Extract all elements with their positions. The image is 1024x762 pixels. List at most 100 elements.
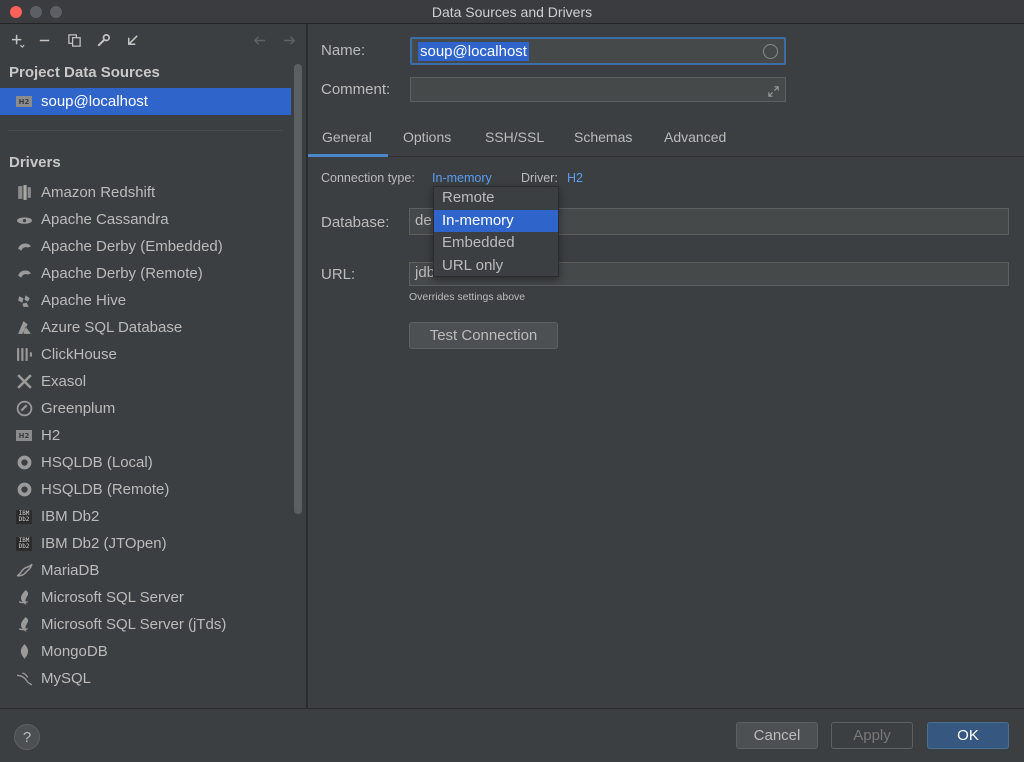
tab-general[interactable]: General [322,129,372,145]
test-connection-button[interactable]: Test Connection [409,322,558,349]
properties-button[interactable] [93,30,113,50]
dialog-footer: ? Cancel Apply OK [0,708,1024,762]
driver-item-apache-hive[interactable]: Apache Hive [0,287,291,314]
title-bar: Data Sources and Drivers [0,0,1024,24]
driver-label: Apache Derby (Embedded) [41,238,223,255]
sqlserver-icon [18,617,28,632]
color-picker-icon[interactable] [763,44,778,59]
arrow-left-icon [253,35,265,45]
driver-label: Driver: [521,171,558,185]
tab-advanced[interactable]: Advanced [664,129,726,145]
driver-item-hsqldb-remote[interactable]: HSQLDB (Remote) [0,476,291,503]
driver-label: Apache Cassandra [41,211,169,228]
window-title: Data Sources and Drivers [431,4,593,20]
apply-button[interactable]: Apply [831,722,913,749]
tab-schemas[interactable]: Schemas [574,129,632,145]
derby-icon [17,270,31,278]
help-button[interactable]: ? [14,724,40,750]
driver-item-ibm-db2[interactable]: IBM Db2 IBM Db2 [0,503,291,530]
exasol-icon [16,374,32,389]
back-button[interactable] [249,30,269,50]
driver-item-apache-derby-remote[interactable]: Apache Derby (Remote) [0,260,291,287]
driver-item-mariadb[interactable]: MariaDB [0,557,291,584]
driver-item-microsoft-sql-server-jtds[interactable]: Microsoft SQL Server (jTds) [0,611,291,638]
driver-label: HSQLDB (Remote) [41,481,170,498]
data-source-item[interactable]: H2 soup@localhost [0,88,291,115]
driver-label: HSQLDB (Local) [41,454,153,471]
driver-label: Exasol [41,373,87,390]
mysql-icon [16,672,32,686]
driver-item-amazon-redshift[interactable]: Amazon Redshift [0,179,291,206]
wrench-icon [97,33,110,46]
azure-icon [17,321,31,334]
name-label: Name: [321,42,366,59]
data-source-label: soup@localhost [41,93,148,110]
add-button[interactable] [8,30,28,50]
import-arrow-icon [127,34,138,45]
connection-type-option-remote[interactable]: Remote [434,187,558,209]
driver-item-mysql[interactable]: MySQL [0,665,291,692]
tab-ssh-ssl[interactable]: SSH/SSL [485,129,544,145]
driver-item-microsoft-sql-server[interactable]: Microsoft SQL Server [0,584,291,611]
drivers-heading: Drivers [9,154,61,171]
connection-type-option-embedded[interactable]: Embedded [434,232,558,254]
driver-label: Apache Derby (Remote) [41,265,203,282]
h2-icon: H2 [16,96,32,107]
driver-item-exasol[interactable]: Exasol [0,368,291,395]
driver-label: Microsoft SQL Server [41,589,184,606]
driver-label: Azure SQL Database [41,319,183,336]
expand-icon[interactable] [767,85,780,98]
duplicate-icon [67,33,81,47]
sidebar-toolbar [0,24,306,56]
ibm-db2-icon: IBM Db2 [16,536,32,551]
driver-item-mongodb[interactable]: MongoDB [0,638,291,665]
driver-link[interactable]: H2 [567,171,583,185]
driver-item-h2[interactable]: H2 H2 [0,422,291,449]
clickhouse-icon [16,348,32,361]
driver-label: Microsoft SQL Server (jTds) [41,616,227,633]
cancel-button[interactable]: Cancel [736,722,818,749]
active-tab-indicator [308,154,388,157]
ok-button[interactable]: OK [927,722,1009,749]
comment-input[interactable] [410,77,786,102]
remove-button[interactable] [34,30,54,50]
name-input-value: soup@localhost [418,42,529,61]
database-input-value: de [415,212,432,229]
driver-item-ibm-db2-jtopen[interactable]: IBM Db2 IBM Db2 (JTOpen) [0,530,291,557]
cassandra-icon [16,217,32,224]
driver-label: MariaDB [41,562,100,579]
hsqldb-icon [17,482,31,497]
sidebar: Project Data Sources H2 soup@localhost D… [0,24,307,708]
url-hint: Overrides settings above [409,291,526,303]
tab-options[interactable]: Options [403,129,451,145]
driver-item-azure-sql-database[interactable]: Azure SQL Database [0,314,291,341]
driver-item-apache-derby-embedded[interactable]: Apache Derby (Embedded) [0,233,291,260]
project-data-sources-heading: Project Data Sources [9,64,160,81]
arrow-right-icon [283,35,295,45]
name-input[interactable]: soup@localhost [410,37,786,65]
mongodb-icon [20,644,28,659]
import-button[interactable] [122,30,142,50]
driver-label: IBM Db2 [41,508,100,525]
driver-label: MySQL [41,670,92,687]
driver-item-greenplum[interactable]: Greenplum [0,395,291,422]
driver-item-hsqldb-local[interactable]: HSQLDB (Local) [0,449,291,476]
driver-label: MongoDB [41,643,108,660]
driver-item-apache-cassandra[interactable]: Apache Cassandra [0,206,291,233]
forward-button[interactable] [279,30,299,50]
connection-type-link[interactable]: In-memory [432,171,492,185]
connection-type-option-in-memory[interactable]: In-memory [434,210,558,232]
comment-label: Comment: [321,81,391,98]
hive-icon [17,295,30,307]
sidebar-scrollbar[interactable] [294,64,302,514]
duplicate-button[interactable] [64,30,84,50]
sidebar-separator [8,130,283,131]
sqlserver-icon [18,590,28,605]
hsqldb-icon [17,455,31,470]
driver-label: Apache Hive [41,292,127,309]
connection-type-option-url-only[interactable]: URL only [434,255,558,277]
driver-label: H2 [41,427,61,444]
url-label: URL: [321,266,356,283]
h2-icon: H2 [16,430,32,441]
driver-item-clickhouse[interactable]: ClickHouse [0,341,291,368]
